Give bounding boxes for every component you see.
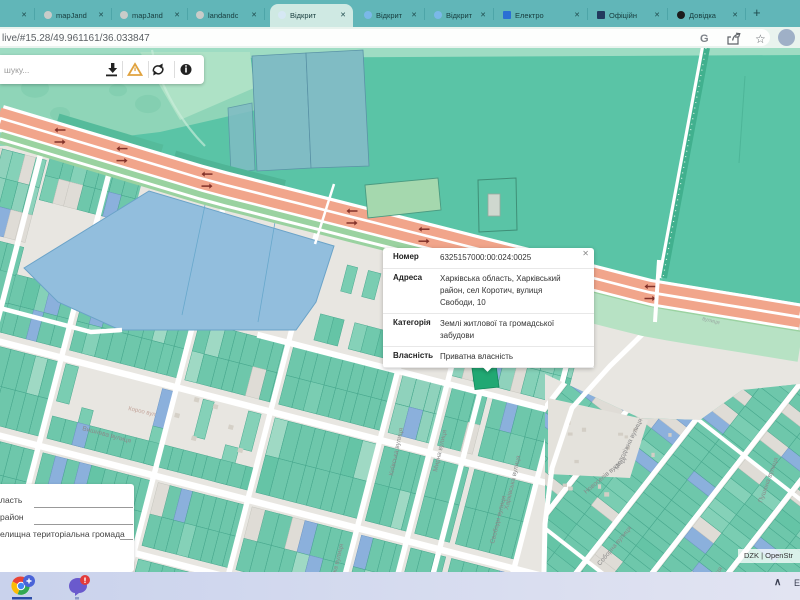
svg-text:G: G <box>700 33 709 45</box>
svg-text:☆: ☆ <box>755 32 766 46</box>
